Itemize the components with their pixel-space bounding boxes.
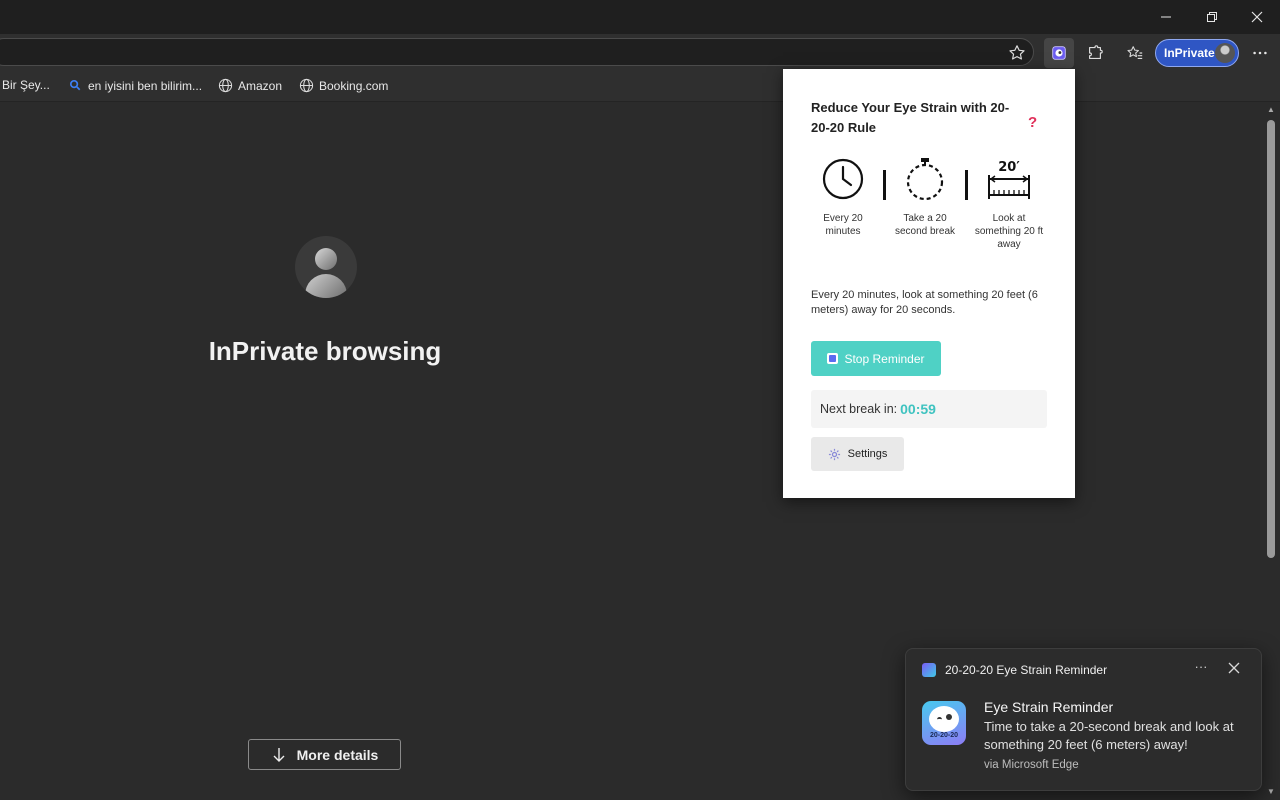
settings-label: Settings — [847, 448, 888, 460]
next-break-timer: 00:59 — [900, 401, 936, 417]
rule-label: Look at something 20 ft away — [974, 213, 1044, 250]
close-window-button[interactable] — [1234, 0, 1280, 34]
stopwatch-icon — [906, 158, 944, 201]
logo-face — [929, 706, 959, 732]
minimize-icon — [1161, 16, 1171, 18]
help-icon[interactable]: ? — [1028, 114, 1037, 131]
favorites-button[interactable] — [1120, 38, 1150, 68]
rule-every-20-minutes: Every 20 minutes — [808, 157, 878, 238]
minimize-button[interactable] — [1143, 0, 1189, 34]
notification-close-button[interactable] — [1228, 661, 1246, 679]
restore-icon — [1207, 12, 1217, 22]
favorite-item[interactable]: Booking.com — [299, 78, 388, 93]
avatar-head — [315, 248, 337, 270]
favorite-star-icon — [1009, 45, 1025, 60]
stop-icon — [827, 353, 839, 364]
next-break-panel: Next break in: 00:59 — [811, 390, 1047, 428]
more-menu-icon — [1253, 51, 1267, 55]
avatar-body — [305, 274, 347, 298]
favorite-star-button[interactable] — [1002, 38, 1032, 68]
notification-body: Time to take a 20-second break and look … — [984, 719, 1234, 752]
rule-look-20-ft-away: 20′ Look at something 20 ft away — [974, 157, 1044, 251]
next-break-label: Next break in: — [820, 402, 898, 416]
notification-source: via Microsoft Edge — [984, 759, 1079, 771]
notification-more-button[interactable]: ··· — [1190, 659, 1212, 679]
eye-strain-extension-button[interactable] — [1044, 38, 1074, 68]
inprivate-label: InPrivate — [1164, 46, 1215, 60]
scroll-thumb[interactable] — [1267, 120, 1275, 558]
notification-toast[interactable]: 20-20-20 Eye Strain Reminder ··· 20-20-2… — [905, 648, 1262, 791]
arrow-down-icon — [273, 747, 285, 762]
globe-icon — [218, 78, 233, 93]
more-details-label: More details — [296, 746, 379, 763]
inprivate-profile-button[interactable]: InPrivate — [1155, 39, 1239, 67]
inprivate-avatar-icon — [295, 236, 357, 298]
distance-ruler-icon: 20′ — [988, 160, 1030, 199]
rule-separator — [883, 170, 886, 200]
popup-title: Reduce Your Eye Strain with 20-20-20 Rul… — [811, 100, 1010, 135]
notification-app-name: 20-20-20 Eye Strain Reminder — [945, 663, 1108, 677]
stop-reminder-label: Stop Reminder — [844, 351, 925, 366]
restore-button[interactable] — [1189, 0, 1235, 34]
more-details-button[interactable]: More details — [248, 739, 401, 770]
rule-description: Every 20 minutes, look at something 20 f… — [811, 289, 1038, 316]
favorite-label: en iyisini ben bilirim... — [88, 78, 203, 93]
rule-20-second-break: Take a 20 second break — [890, 157, 960, 238]
favorite-item[interactable]: Amazon — [218, 78, 282, 93]
settings-button[interactable]: Settings — [811, 437, 904, 471]
scroll-down-arrow-icon[interactable]: ▼ — [1266, 788, 1276, 796]
globe-icon — [299, 78, 314, 93]
ruler-text: 20′ — [998, 160, 1020, 175]
search-icon — [69, 79, 81, 91]
stop-reminder-button[interactable]: Stop Reminder — [811, 341, 941, 376]
notification-title: Eye Strain Reminder — [984, 699, 1114, 715]
more-menu-button[interactable] — [1245, 38, 1275, 68]
scroll-up-arrow-icon[interactable]: ▲ — [1266, 106, 1276, 114]
close-icon — [1228, 662, 1240, 674]
title-bar — [0, 0, 1280, 34]
page-title: InPrivate browsing — [208, 336, 442, 366]
extensions-button[interactable] — [1080, 38, 1110, 68]
app-icon — [922, 663, 936, 677]
favorite-item[interactable]: en iyisini ben bilirim... — [68, 78, 202, 93]
extension-popup: Reduce Your Eye Strain with 20-20-20 Rul… — [783, 69, 1075, 498]
logo-text: 20-20-20 — [929, 732, 959, 739]
extensions-icon — [1089, 45, 1103, 59]
eye-strain-logo-icon: 20-20-20 — [922, 701, 966, 745]
address-bar[interactable] — [0, 38, 1034, 66]
rule-separator — [965, 170, 968, 200]
rule-label: Every 20 minutes — [823, 213, 863, 237]
page-scrollbar[interactable]: ▲ ▼ — [1262, 102, 1280, 800]
close-icon — [1251, 11, 1263, 23]
clock-icon — [822, 158, 864, 200]
favorites-icon — [1127, 46, 1143, 59]
favorites-bar: Bir Şey... en iyisini ben bilirim... Ama… — [0, 70, 1280, 102]
favorite-item[interactable]: Bir Şey... — [2, 78, 50, 92]
rule-label: Take a 20 second break — [894, 213, 956, 237]
favorite-label: Booking.com — [319, 78, 389, 93]
profile-avatar — [1215, 43, 1235, 63]
favorite-label: Amazon — [238, 78, 283, 93]
gear-icon — [828, 448, 840, 460]
favorite-label: Bir Şey... — [2, 78, 50, 92]
eye-strain-extension-icon — [1052, 46, 1066, 60]
